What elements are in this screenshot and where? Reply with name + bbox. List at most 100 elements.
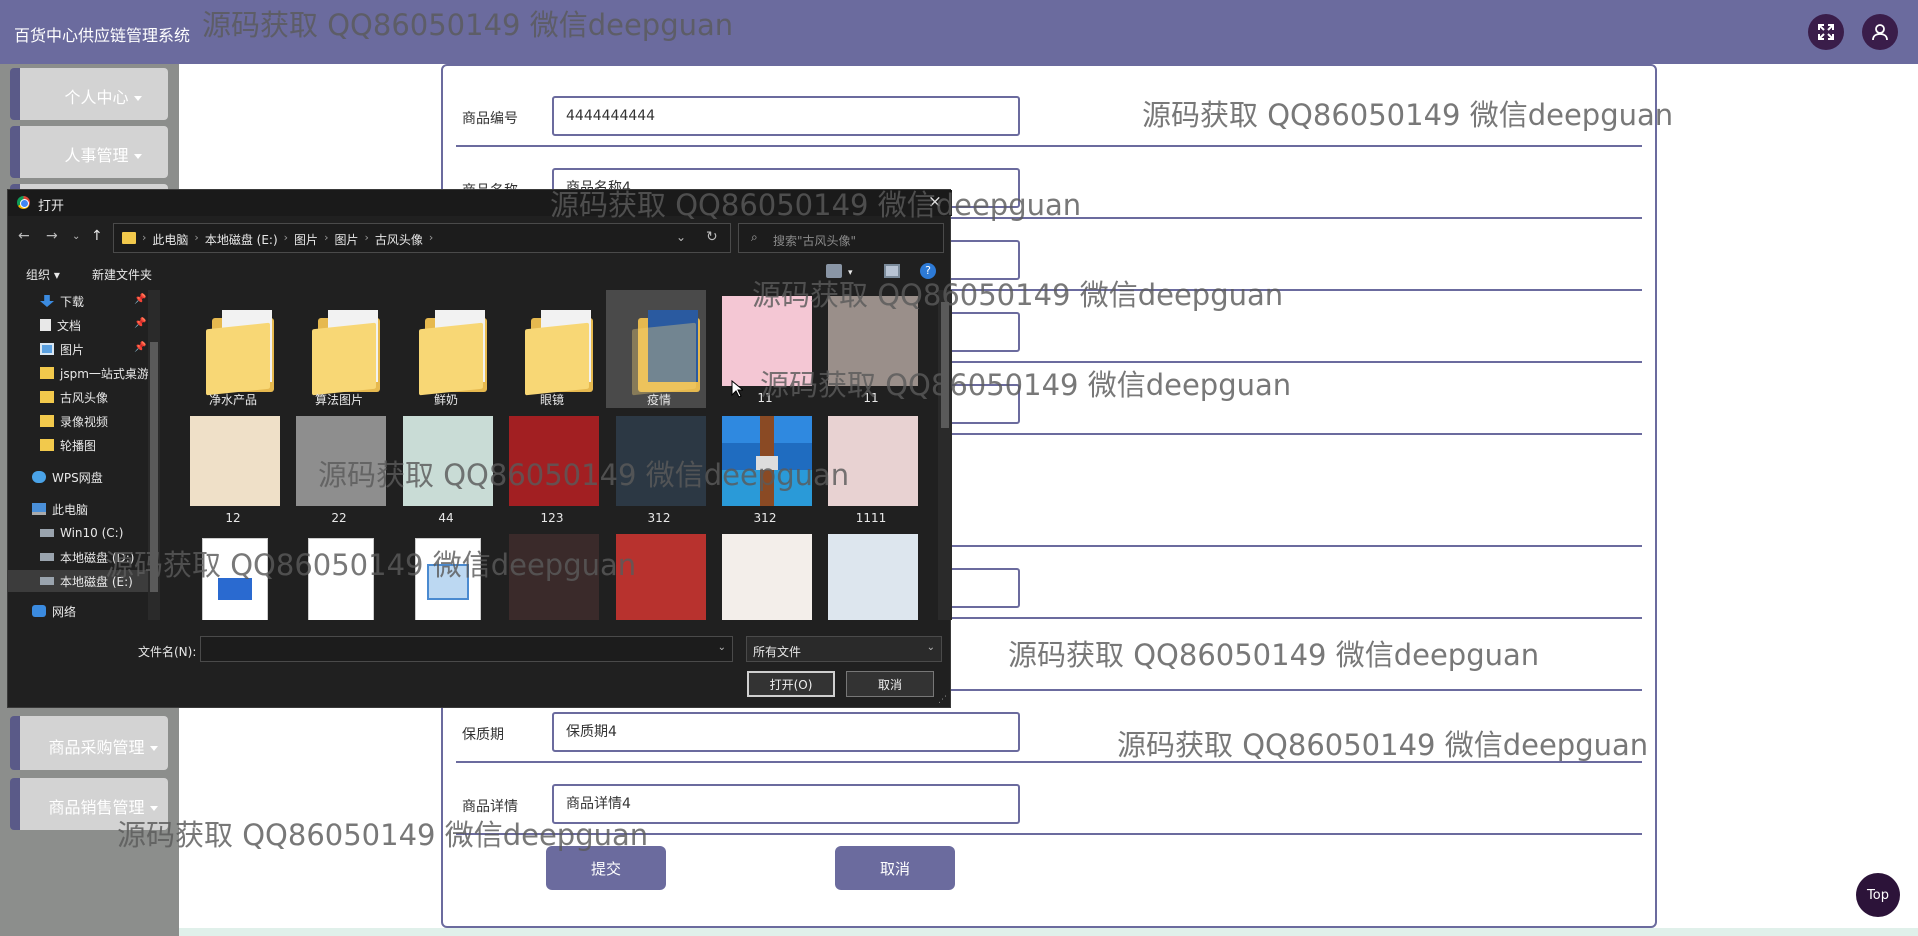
sidebar-item-purchase[interactable]: 商品采购管理 [10,718,168,770]
filename-label: 文件名(N): [138,645,197,659]
recent-dropdown-icon[interactable]: ⌄ [72,231,80,242]
folder-icon [40,439,54,451]
address-row: ← → ⌄ ↑ › 此电脑 › 本地磁盘 (E:) › 图片 › 图片 › 古风头像 › … [8,220,952,254]
new-folder-button[interactable]: 新建文件夹 [92,266,152,283]
sidebar-item-hr[interactable]: 人事管理 [10,126,168,178]
file-item[interactable] [818,528,918,620]
sidebar-item-personal-center[interactable]: 个人中心 [10,68,168,120]
nav-item-folder[interactable]: 古风头像 [8,386,156,408]
pin-icon: 📌 [134,318,147,329]
breadcrumb-item[interactable]: 本地磁盘 (E:) [199,231,284,248]
nav-item-pictures[interactable]: 图片 📌 [8,338,156,360]
folder-item[interactable]: 疫情 [606,290,706,408]
address-bar[interactable]: › 此电脑 › 本地磁盘 (E:) › 图片 › 图片 › 古风头像 › ⌄ ↻ [113,223,731,253]
chevron-down-icon[interactable]: ⌄ [718,642,726,653]
filename-input[interactable]: ⌄ [200,636,733,662]
folder-item[interactable]: 鲜奶 [393,290,493,408]
search-placeholder: 搜索"古风头像" [773,234,857,248]
resize-grip-icon[interactable]: ⋰ [938,695,947,705]
nav-item-documents[interactable]: 文档 📌 [8,314,156,336]
drive-icon [40,553,54,561]
file-name: 鲜奶 [433,393,458,407]
folder-item[interactable]: 算法图片 [286,290,386,408]
chevron-down-icon[interactable]: ⌄ [676,230,686,244]
file-item[interactable] [712,528,812,620]
folder-icon [40,391,54,403]
bottom-strip [179,928,1918,936]
up-arrow-icon[interactable]: ↑ [91,228,103,244]
folder-item[interactable]: 净水产品 [180,290,280,408]
folder-icon [40,367,54,379]
nav-item-wps-cloud[interactable]: WPS网盘 [8,466,156,488]
organize-button[interactable]: 组织 ▾ [26,266,60,283]
watermark: 源码获取 QQ86050149 微信deepguan [752,278,1284,312]
back-arrow-icon[interactable]: ← [18,228,30,244]
watermark: 源码获取 QQ86050149 微信deepguan [105,548,637,582]
open-file-dialog: 打开 × ← → ⌄ ↑ › 此电脑 › 本地磁盘 (E:) › 图片 › 图片 › 古… [7,189,952,708]
nav-item-label: 图片 [60,342,85,357]
watermark: 源码获取 QQ86050149 微信deepguan [550,188,1082,222]
nav-item-label: Win10 (C:) [60,526,124,540]
nav-item-label: 录像视频 [60,414,109,429]
user-button[interactable] [1862,14,1898,50]
file-item[interactable]: 12 [180,410,280,528]
nav-item-this-pc[interactable]: 此电脑 [8,498,156,520]
search-icon: ⌕ [751,230,758,244]
nav-item-folder[interactable]: 轮播图 [8,434,156,456]
folder-icon [40,415,54,427]
breadcrumb-item[interactable]: 图片 [288,231,324,248]
caret-down-icon [133,154,142,159]
folder-icon [616,296,706,396]
chevron-down-icon: ⌄ [926,642,935,653]
breadcrumb-item[interactable]: 图片 [328,231,364,248]
fullscreen-button[interactable] [1808,14,1844,50]
nav-item-network[interactable]: 网络 [8,600,156,622]
folder-item[interactable]: 眼镜 [499,290,599,408]
row-divider [456,145,1642,147]
watermark: 源码获取 QQ86050149 微信deepguan [117,818,649,852]
back-to-top-button[interactable]: Top [1856,873,1900,917]
folder-icon [509,296,599,396]
document-icon [40,319,51,331]
file-scrollbar[interactable] [938,290,952,620]
breadcrumb-item[interactable]: 古风头像 [369,231,429,248]
open-button[interactable]: 打开(O) [747,671,835,697]
file-name: 44 [438,511,454,525]
app-title: 百货中心供应链管理系统 [14,26,191,45]
nav-item-downloads[interactable]: 下载 📌 [8,290,156,312]
file-type-select[interactable]: 所有文件 ⌄ [746,636,942,662]
watermark: 源码获取 QQ86050149 微信deepguan [1117,728,1649,762]
caret-down-icon [133,96,142,101]
caret-down-icon [149,746,158,751]
nav-item-label: 古风头像 [60,390,109,405]
nav-item-label: 网络 [52,604,77,619]
field-label-goods-no: 商品编号 [462,111,518,127]
pin-icon: 📌 [134,294,147,305]
refresh-icon[interactable]: ↻ [706,229,718,245]
breadcrumb: › 此电脑 › 本地磁盘 (E:) › 图片 › 图片 › 古风头像 › [142,231,434,248]
forward-arrow-icon[interactable]: → [46,228,58,244]
watermark: 源码获取 QQ86050149 微信deepguan [202,8,734,42]
dialog-cancel-button[interactable]: 取消 [846,671,934,697]
pin-icon: 📌 [134,342,147,353]
watermark: 源码获取 QQ86050149 微信deepguan [1142,98,1674,132]
breadcrumb-item[interactable]: 此电脑 [146,231,194,248]
folder-icon [190,296,280,396]
folder-icon [296,296,386,396]
folder-icon [403,296,493,396]
watermark: 源码获取 QQ86050149 微信deepguan [760,368,1292,402]
caret-down-icon [149,806,158,811]
drive-icon [40,577,54,585]
goods-no-input[interactable]: 4444444444 [552,96,1020,136]
cancel-button[interactable]: 取消 [835,846,955,890]
chrome-icon [17,196,30,209]
nav-item-folder[interactable]: 录像视频 [8,410,156,432]
nav-item-drive-c[interactable]: Win10 (C:) [8,522,156,544]
nav-item-folder[interactable]: jspm一站式桌游 [8,362,156,384]
shelf-life-input[interactable]: 保质期4 [552,712,1020,752]
search-input[interactable]: ⌕ 搜索"古风头像" [738,223,944,253]
file-name: 净水产品 [208,393,257,407]
nav-item-label: WPS网盘 [52,470,103,485]
file-name: 22 [331,511,347,525]
sidebar-item-label: 人事管理 [64,146,129,165]
